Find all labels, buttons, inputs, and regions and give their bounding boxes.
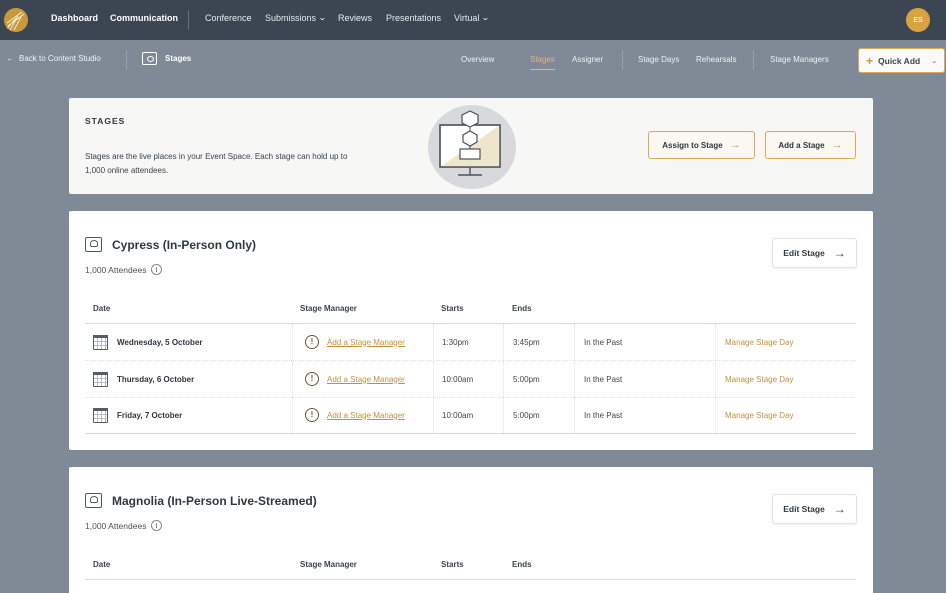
column-header-ends: Ends [512,304,532,313]
stage-icon [85,493,102,508]
divider [753,50,754,70]
status-cell: In the Past [574,361,715,397]
calendar-icon [93,334,108,350]
starts-cell: 10:00am [433,361,503,397]
edit-stage-button[interactable]: Edit Stage → [772,238,857,268]
arrow-right-icon: → [833,246,846,260]
nav-presentations[interactable]: Presentations [386,13,441,23]
manager-cell: Add a Stage Manager [292,397,433,433]
table-row: Wednesday, 5 October Add a Stage Manager… [85,324,856,361]
edit-stage-button[interactable]: Edit Stage → [772,494,857,524]
date-cell: Thursday, 6 October [93,361,292,397]
stage-icon [85,237,102,252]
quick-add-button[interactable]: + Quick Add ⌄ [858,48,945,73]
stage-title: Cypress (In-Person Only) [85,237,256,252]
column-header-ends: Ends [512,560,532,569]
table-row: Thursday, 6 October Add a Stage Manager … [85,361,856,398]
divider [126,50,127,70]
table-divider [85,579,856,580]
nav-reviews[interactable]: Reviews [338,13,372,23]
stages-intro-card: STAGES Stages are the live places in you… [69,98,873,194]
add-stage-manager-link[interactable]: Add a Stage Manager [327,411,405,420]
add-stage-manager-link[interactable]: Add a Stage Manager [327,375,405,384]
tab-stage-days[interactable]: Stage Days [638,55,679,64]
starts-cell: 1:30pm [433,324,503,360]
manager-cell: Add a Stage Manager [292,361,433,397]
manage-stage-day-link[interactable]: Manage Stage Day [715,361,856,397]
warning-icon [305,372,319,386]
avatar[interactable]: ES [906,8,930,32]
nav-dashboard[interactable]: Dashboard [51,13,98,23]
nav-virtual[interactable]: Virtual ⌄ [454,13,491,23]
arrow-right-icon: → [729,139,741,151]
calendar-icon [93,407,108,423]
arrow-right-icon: → [833,502,846,516]
plus-icon: + [866,53,874,68]
section-description: Stages are the live places in your Event… [85,152,348,175]
add-stage-button[interactable]: Add a Stage → [765,131,856,159]
tab-stages[interactable]: Stages [530,55,555,70]
stage-title: Magnolia (In-Person Live-Streamed) [85,493,317,508]
manage-stage-day-link[interactable]: Manage Stage Day [715,397,856,433]
date-cell: Wednesday, 5 October [93,324,292,360]
logo-icon[interactable] [4,8,28,32]
top-navbar: Dashboard Communication Conference Submi… [0,0,946,40]
warning-icon [305,408,319,422]
sub-navbar: ← Back to Content Studio Stages Overview … [0,40,946,80]
warning-icon [305,335,319,349]
nav-conference[interactable]: Conference [205,13,252,23]
ends-cell: 5:00pm [503,397,574,433]
back-link[interactable]: ← Back to Content Studio [6,54,101,63]
ends-cell: 5:00pm [503,361,574,397]
tab-stage-managers[interactable]: Stage Managers [770,55,829,64]
starts-cell: 10:00am [433,397,503,433]
arrow-left-icon: ← [6,54,14,63]
ends-cell: 3:45pm [503,324,574,360]
chevron-down-icon: ⌄ [481,13,491,22]
stage-attendees: 1,000 Attendees [85,520,163,531]
date-cell: Friday, 7 October [93,397,292,433]
add-stage-manager-link[interactable]: Add a Stage Manager [327,338,405,347]
info-icon[interactable] [151,264,163,275]
tab-rehearsals[interactable]: Rehearsals [696,55,736,64]
stage-card: Magnolia (In-Person Live-Streamed) 1,000… [69,467,873,593]
arrow-right-icon: → [831,139,843,151]
section-heading: STAGES [85,116,126,126]
stage-illustration-icon [428,105,516,189]
breadcrumb: Stages [142,52,191,65]
stage-attendees: 1,000 Attendees [85,264,163,275]
status-cell: In the Past [574,397,715,433]
calendar-icon [93,371,108,387]
nav-submissions[interactable]: Submissions ⌄ [265,13,327,23]
chevron-down-icon: ⌄ [318,13,327,22]
column-header-starts: Starts [441,560,464,569]
stage-icon [142,52,157,65]
column-header-date: Date [93,560,111,569]
assign-to-stage-button[interactable]: Assign to Stage → [648,131,755,159]
manage-stage-day-link[interactable]: Manage Stage Day [715,324,856,360]
manager-cell: Add a Stage Manager [292,324,433,360]
nav-divider [188,10,189,30]
info-icon[interactable] [151,520,163,531]
table-row: Friday, 7 October Add a Stage Manager 10… [85,397,856,434]
chevron-down-icon: ⌄ [931,57,938,65]
divider [622,50,623,70]
tab-assigner[interactable]: Assigner [572,55,603,64]
status-cell: In the Past [574,324,715,360]
column-header-date: Date [93,304,111,313]
nav-communication[interactable]: Communication [110,13,178,23]
stage-card: Cypress (In-Person Only) 1,000 Attendees… [69,211,873,450]
column-header-starts: Starts [441,304,464,313]
column-header-stage-manager: Stage Manager [300,560,357,569]
column-header-stage-manager: Stage Manager [300,304,357,313]
tab-overview[interactable]: Overview [461,55,494,64]
